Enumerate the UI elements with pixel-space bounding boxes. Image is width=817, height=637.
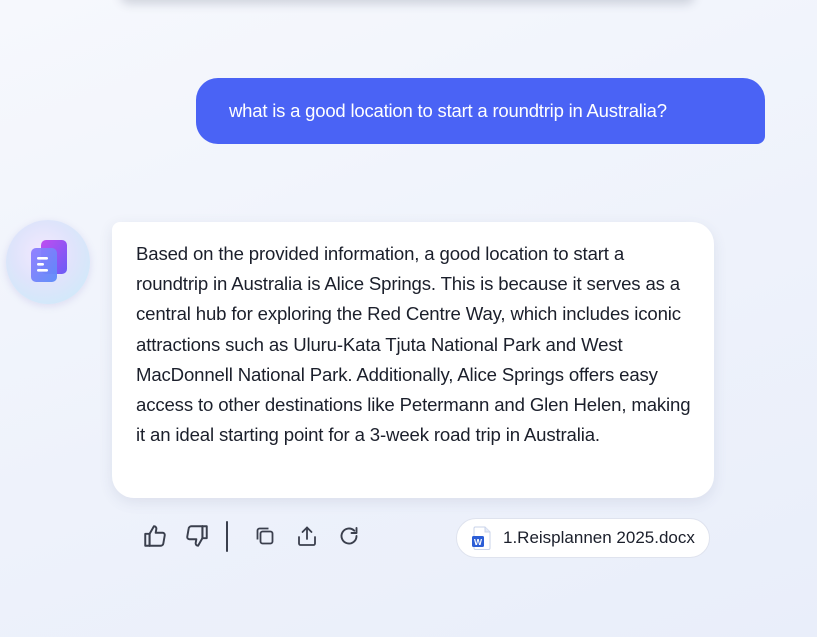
action-divider [226, 521, 228, 552]
thumbs-up-icon [144, 525, 166, 547]
thumbs-down-button[interactable] [182, 518, 212, 554]
message-actions [140, 518, 380, 554]
assistant-avatar [6, 220, 90, 304]
assistant-message-bubble: Based on the provided information, a goo… [112, 222, 714, 498]
copy-icon [256, 527, 274, 545]
thumbs-down-icon [186, 525, 208, 547]
share-icon [298, 526, 316, 546]
word-doc-icon: W [472, 526, 491, 550]
svg-text:W: W [474, 537, 483, 547]
user-message-bubble: what is a good location to start a round… [196, 78, 765, 144]
assistant-message-text: Based on the provided information, a goo… [136, 243, 691, 446]
source-file-name: 1.Reisplannen 2025.docx [503, 528, 695, 547]
document-assistant-icon [31, 240, 67, 282]
user-message-text: what is a good location to start a round… [229, 100, 667, 121]
regenerate-icon [340, 527, 358, 545]
share-button[interactable] [292, 518, 322, 554]
regenerate-button[interactable] [334, 518, 364, 554]
source-file-chip[interactable]: W 1.Reisplannen 2025.docx [456, 518, 710, 558]
thumbs-up-button[interactable] [140, 518, 170, 554]
copy-button[interactable] [250, 518, 280, 554]
